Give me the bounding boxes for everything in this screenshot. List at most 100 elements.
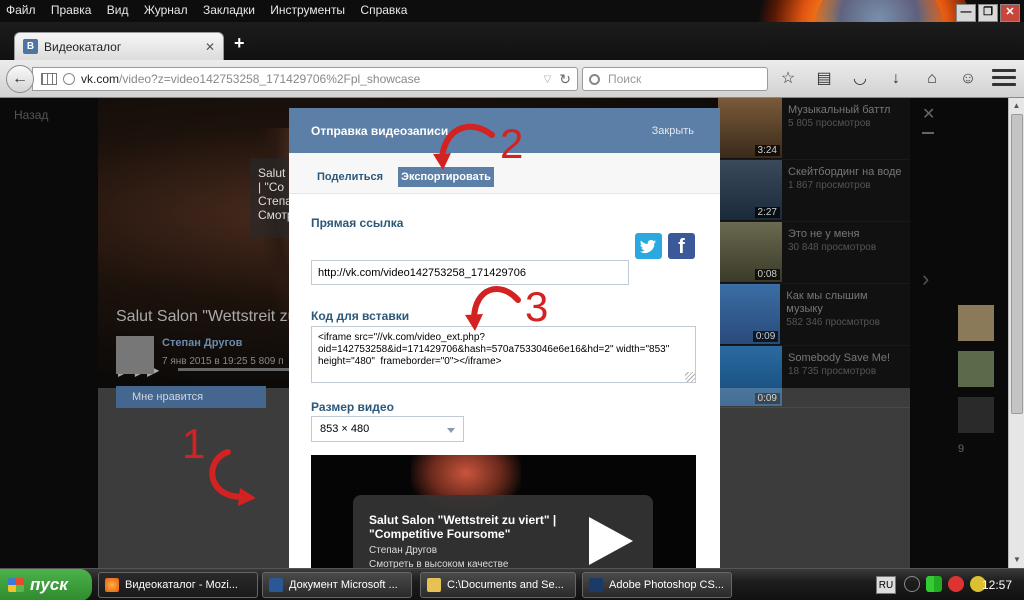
- play-icon[interactable]: [589, 517, 633, 565]
- new-tab-icon[interactable]: +: [234, 33, 245, 54]
- search-icon: [589, 73, 600, 85]
- close-icon[interactable]: ✕: [922, 104, 935, 124]
- facebook-icon[interactable]: f: [668, 233, 695, 259]
- toolbar-icons: ☆ ▤ ◡ ↓ ⌂ ☺: [778, 69, 978, 89]
- reload-icon[interactable]: ↻: [559, 71, 571, 88]
- url-host: vk.com: [81, 72, 120, 86]
- related-videos-list: 3:24 Музыкальный баттл 5 805 просмотров 2…: [718, 98, 910, 408]
- signal-icon[interactable]: [926, 576, 942, 592]
- likes-count: 9: [958, 443, 965, 455]
- stop-icon[interactable]: [948, 576, 964, 592]
- folder-icon: [427, 578, 441, 592]
- related-views: 30 848 просмотров: [788, 242, 877, 253]
- window-controls: — ❐ ✕: [956, 4, 1020, 22]
- chevron-left-icon[interactable]: [904, 576, 920, 592]
- download-icon[interactable]: ↓: [886, 69, 906, 89]
- windows-taskbar: пуск Видеокаталог - Mozi... Документ Mic…: [0, 568, 1024, 600]
- restore-button[interactable]: ❐: [978, 4, 998, 22]
- windows-logo-icon: [8, 578, 24, 592]
- firefox-icon: [105, 578, 119, 592]
- scroll-thumb[interactable]: [1011, 114, 1023, 414]
- minimize-icon[interactable]: [922, 132, 934, 134]
- home-icon[interactable]: ⌂: [922, 69, 942, 89]
- embed-code-label: Код для вставки: [311, 309, 410, 323]
- dialog-title: Отправка видеозаписи: [311, 123, 449, 138]
- url-text[interactable]: vk.com/video?z=video142753258_171429706%…: [81, 72, 544, 86]
- like-button[interactable]: Мне нравится: [116, 386, 266, 408]
- pocket-icon[interactable]: ◡: [850, 69, 870, 89]
- menu-bookmarks[interactable]: Закладки: [197, 0, 261, 17]
- url-path: /video?z=video142753258_171429706%2Fpl_s…: [119, 72, 421, 86]
- avatar[interactable]: [958, 305, 994, 341]
- clock: 12:57: [981, 578, 1012, 592]
- related-views: 5 805 просмотров: [788, 118, 871, 129]
- list-item[interactable]: 3:24 Музыкальный баттл 5 805 просмотров: [718, 98, 910, 160]
- related-views: 18 735 просмотров: [788, 366, 877, 377]
- word-icon: [269, 578, 283, 592]
- menu-icon[interactable]: [992, 69, 1016, 89]
- back-arrow-icon[interactable]: ←: [6, 65, 34, 93]
- list-item[interactable]: 0:08 Это не у меня 30 848 просмотров: [718, 222, 910, 284]
- scroll-up-icon[interactable]: ▲: [1009, 98, 1024, 114]
- preview-quality-link[interactable]: Смотреть в высоком качестве: [369, 559, 508, 568]
- menu-edit[interactable]: Правка: [45, 0, 98, 17]
- chevron-right-icon[interactable]: ›: [922, 266, 929, 292]
- progress-bar[interactable]: [178, 368, 298, 371]
- close-window-button[interactable]: ✕: [1000, 4, 1020, 22]
- taskbar-item-photoshop[interactable]: Adobe Photoshop CS...: [582, 572, 732, 598]
- direct-link-field[interactable]: [311, 260, 629, 285]
- duration-badge: 0:08: [754, 269, 780, 280]
- list-icon[interactable]: ▤: [814, 69, 834, 89]
- page-scrollbar[interactable]: ▲ ▼: [1008, 98, 1024, 568]
- star-icon[interactable]: ☆: [778, 69, 798, 89]
- embed-code-field[interactable]: <iframe src="//vk.com/video_ext.php?oid=…: [311, 326, 696, 383]
- preview-title[interactable]: Salut Salon "Wettstreit zu viert" | "Com…: [369, 513, 579, 541]
- minimize-button[interactable]: —: [956, 4, 976, 22]
- tab-export[interactable]: Экспортировать: [398, 167, 494, 187]
- taskbar-item-label: C:\Documents and Se...: [447, 579, 564, 591]
- tab-title: Видеокаталог: [44, 39, 122, 54]
- taskbar-item-firefox[interactable]: Видеокаталог - Mozi...: [98, 572, 258, 598]
- dialog-close-link[interactable]: Закрыть: [652, 125, 694, 137]
- globe-icon: [63, 73, 75, 85]
- menu-bar: Файл Правка Вид Журнал Закладки Инструме…: [0, 0, 1024, 22]
- menu-history[interactable]: Журнал: [138, 0, 194, 17]
- tab-videocatalog[interactable]: B Видеокаталог ✕: [14, 32, 224, 60]
- annotation-number-1: 1: [182, 420, 206, 467]
- menu-help[interactable]: Справка: [354, 0, 413, 17]
- preview-card: Salut Salon "Wettstreit zu viert" | "Com…: [353, 495, 653, 568]
- related-title: Как мы слышим музыку: [786, 290, 868, 315]
- duration-badge: 0:09: [752, 331, 779, 342]
- grid-icon[interactable]: [41, 73, 57, 85]
- scroll-down-icon[interactable]: ▼: [1009, 552, 1024, 568]
- chevron-down-icon: [447, 428, 455, 433]
- embed-preview[interactable]: Salut Salon "Wettstreit zu viert" | "Com…: [311, 455, 696, 568]
- taskbar-item-folder[interactable]: C:\Documents and Se...: [420, 572, 576, 598]
- tab-close-icon[interactable]: ✕: [205, 40, 215, 54]
- start-button[interactable]: пуск: [0, 569, 92, 600]
- twitter-icon[interactable]: [635, 233, 662, 259]
- video-size-select[interactable]: 853 × 480: [311, 416, 464, 442]
- menu-file[interactable]: Файл: [0, 0, 42, 17]
- list-item[interactable]: 2:27 Скейтбординг на воде 1 867 просмотро…: [718, 160, 910, 222]
- avatar[interactable]: [958, 397, 994, 433]
- author-name[interactable]: Степан Другов: [162, 337, 242, 349]
- author-date: 7 янв 2015 в 19:25 5 809 п: [162, 356, 284, 367]
- smiley-icon[interactable]: ☺: [958, 69, 978, 89]
- dropdown-arrow-icon[interactable]: ▽: [544, 74, 552, 85]
- language-indicator[interactable]: RU: [876, 576, 896, 594]
- avatar[interactable]: [958, 351, 994, 387]
- duration-badge: 2:27: [754, 207, 780, 218]
- search-input[interactable]: Поиск: [582, 67, 768, 91]
- taskbar-item-word[interactable]: Документ Microsoft ...: [262, 572, 412, 598]
- resize-handle-icon[interactable]: [685, 372, 695, 382]
- avatar[interactable]: [116, 336, 154, 374]
- start-label: пуск: [30, 575, 68, 594]
- menu-view[interactable]: Вид: [101, 0, 135, 17]
- related-title: Скейтбординг на воде: [788, 166, 902, 178]
- tab-share[interactable]: Поделиться: [317, 171, 383, 183]
- menu-tools[interactable]: Инструменты: [264, 0, 351, 17]
- back-link[interactable]: Назад: [14, 108, 48, 122]
- list-item[interactable]: 0:09 Как мы слышим музыку 582 346 просмот…: [718, 284, 910, 346]
- address-bar[interactable]: vk.com/video?z=video142753258_171429706%…: [32, 67, 578, 91]
